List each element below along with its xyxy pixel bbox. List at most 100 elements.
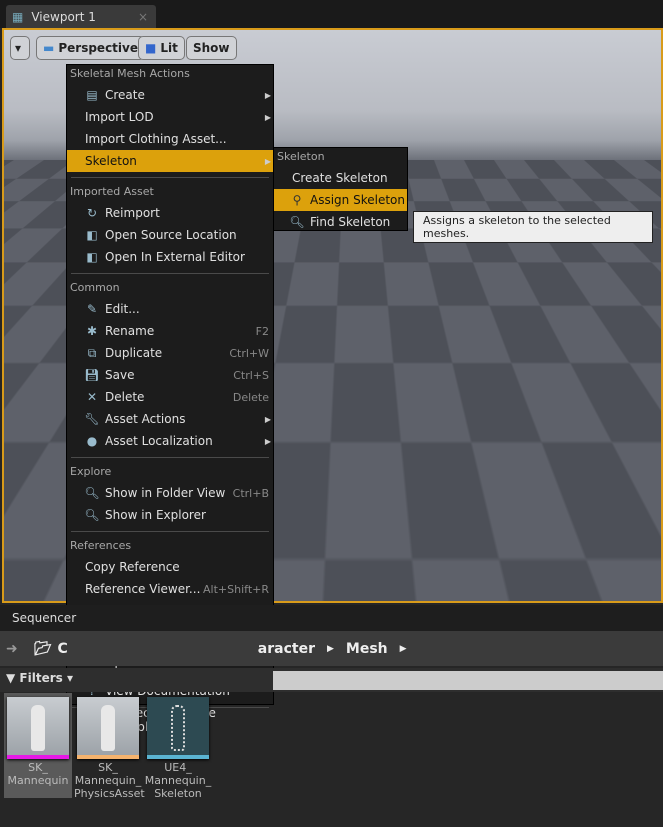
item-label: Skeleton — [85, 154, 137, 168]
submenu-arrow-icon: ▶ — [264, 436, 271, 446]
menu-item-open-source-location[interactable]: ◧ Open Source Location — [67, 224, 273, 246]
shortcut: Ctrl+W — [229, 346, 269, 360]
perspective-button[interactable]: ▬ Perspective — [36, 36, 145, 60]
cube-icon: ■ — [145, 41, 157, 55]
menu-item-import-clothing-asset[interactable]: Import Clothing Asset... — [67, 128, 273, 150]
asset-type-bar — [147, 755, 209, 759]
menu-item-show-in-folder-view[interactable]: 🔍︎ Show in Folder View Ctrl+B — [67, 482, 273, 504]
chevron-right-icon[interactable]: ▶ — [400, 644, 407, 654]
magnifier-icon: 🔍︎ — [289, 215, 305, 229]
chevron-right-icon[interactable]: ▶ — [327, 644, 334, 654]
lit-button[interactable]: ■ Lit — [138, 36, 185, 60]
menu-item-reimport[interactable]: ↻ Reimport — [67, 202, 273, 224]
item-label: Duplicate — [105, 346, 163, 360]
submenu-arrow-icon: ▶ — [264, 112, 271, 122]
viewport-options-button[interactable]: ▾ — [10, 36, 30, 60]
shortcut: Alt+Shift+R — [203, 582, 269, 596]
open-in-external-editor-icon: ◧ — [86, 250, 98, 264]
item-label: Show in Folder View — [105, 486, 226, 500]
item-label: Asset Actions — [105, 412, 186, 426]
show-in-folder-view-icon: 🔍︎ — [84, 486, 100, 500]
menu-section-header: Common — [70, 281, 120, 294]
submenu-header: Skeleton — [277, 150, 325, 163]
item-label: Save — [105, 368, 135, 382]
lit-label: Lit — [160, 41, 178, 55]
menu-item-save[interactable]: 💾︎ Save Ctrl+S — [67, 364, 273, 386]
asset-tile[interactable]: UE4_ Mannequin_ Skeleton — [144, 693, 212, 800]
asset-thumbnail — [7, 697, 69, 759]
menu-item-skeleton[interactable]: Skeleton ▶ — [67, 150, 273, 172]
path-segment[interactable]: C — [58, 641, 68, 657]
shortcut: Ctrl+B — [232, 486, 269, 500]
item-label: Copy Reference — [85, 560, 180, 574]
asset-actions-icon: 🔧︎ — [84, 412, 100, 426]
asset-name: UE4_ Mannequin_ Skeleton — [144, 761, 212, 800]
asset-tile[interactable]: SK_ Mannequin — [4, 693, 72, 798]
menu-item-create-skeleton[interactable]: Create Skeleton — [274, 167, 407, 189]
rename-icon: ✱ — [86, 324, 98, 338]
save-icon: 💾︎ — [84, 368, 100, 382]
menu-item-import-lod[interactable]: Import LOD ▶ — [67, 106, 273, 128]
axis-gizmo: ZY — [20, 545, 27, 567]
folder-icon: 📂︎ — [33, 640, 52, 657]
shortcut: Ctrl+S — [233, 368, 269, 382]
menu-section-header: Skeletal Mesh Actions — [70, 67, 190, 80]
delete-icon: ✕ — [86, 390, 98, 404]
perspective-label: Perspective — [58, 41, 138, 55]
menu-item-find-skeleton[interactable]: 🔍︎ Find Skeleton — [274, 211, 407, 233]
asset-type-bar — [77, 755, 139, 759]
chevron-down-icon: ▾ — [15, 41, 22, 55]
show-button[interactable]: Show — [186, 36, 237, 60]
show-in-explorer-icon: 🔍︎ — [84, 508, 100, 522]
menu-item-create[interactable]: ▤ Create ▶ — [67, 84, 273, 106]
item-label: Open In External Editor — [105, 250, 245, 264]
item-label: Rename — [105, 324, 155, 338]
mannequin-icon — [101, 705, 115, 751]
forward-arrow-icon[interactable]: ➜ — [6, 641, 18, 657]
menu-item-duplicate[interactable]: ⧉ Duplicate Ctrl+W — [67, 342, 273, 364]
item-label: Asset Localization — [105, 434, 213, 448]
menu-item-copy-reference[interactable]: Copy Reference — [67, 556, 273, 578]
separator — [67, 452, 273, 463]
mannequin-icon — [171, 705, 185, 751]
path-segment[interactable]: aracter — [258, 641, 315, 657]
close-icon[interactable]: × — [138, 10, 148, 24]
menu-item-asset-actions[interactable]: 🔧︎ Asset Actions ▶ — [67, 408, 273, 430]
item-label: Create Skeleton — [292, 171, 388, 185]
menu-item-open-in-external-editor[interactable]: ◧ Open In External Editor — [67, 246, 273, 268]
tab-title: Viewport 1 — [31, 9, 96, 24]
search-input[interactable] — [273, 671, 663, 690]
menu-item-delete[interactable]: ✕ Delete Delete — [67, 386, 273, 408]
edit-icon: ✎ — [86, 302, 98, 316]
menu-item-edit[interactable]: ✎ Edit... — [67, 298, 273, 320]
separator — [67, 268, 273, 279]
path-bar: ➜ 📂︎ C aracter ▶ Mesh ▶ — [0, 631, 663, 666]
asset-type-bar — [7, 755, 69, 759]
create-icon: ▤ — [86, 88, 98, 102]
sequencer-label: Sequencer — [12, 611, 77, 625]
sequencer-tab[interactable]: Sequencer — [0, 605, 663, 631]
assign-skeleton-icon: ⚲ — [292, 193, 302, 207]
menu-item-show-in-explorer[interactable]: 🔍︎ Show in Explorer — [67, 504, 273, 526]
shortcut: Delete — [232, 390, 269, 404]
item-label: Import LOD — [85, 110, 154, 124]
filters-button[interactable]: ▼ Filters ▾ — [6, 671, 73, 685]
tab-viewport[interactable]: ▦ Viewport 1 × — [6, 5, 156, 28]
path-segment[interactable]: Mesh — [346, 641, 388, 657]
shortcut: F2 — [255, 324, 269, 338]
separator — [67, 526, 273, 537]
asset-name: SK_ Mannequin — [7, 761, 69, 787]
menu-item-asset-localization[interactable]: ● Asset Localization ▶ — [67, 430, 273, 452]
asset-thumbnail — [147, 697, 209, 759]
menu-item-reference-viewer[interactable]: Reference Viewer... Alt+Shift+R — [67, 578, 273, 600]
menu-item-rename[interactable]: ✱ Rename F2 — [67, 320, 273, 342]
item-label: Find Skeleton — [310, 215, 391, 229]
item-label: Show in Explorer — [105, 508, 206, 522]
menu-item-assign-skeleton[interactable]: ⚲ Assign Skeleton — [274, 189, 407, 211]
item-label: Assign Skeleton — [310, 193, 405, 207]
viewport-icon: ▦ — [12, 9, 24, 24]
asset-tile[interactable]: SK_ Mannequin_ PhysicsAsset — [74, 693, 145, 800]
asset-thumbnail — [77, 697, 139, 759]
item-label: Import Clothing Asset... — [85, 132, 227, 146]
filters-label: Filters — [19, 671, 63, 685]
